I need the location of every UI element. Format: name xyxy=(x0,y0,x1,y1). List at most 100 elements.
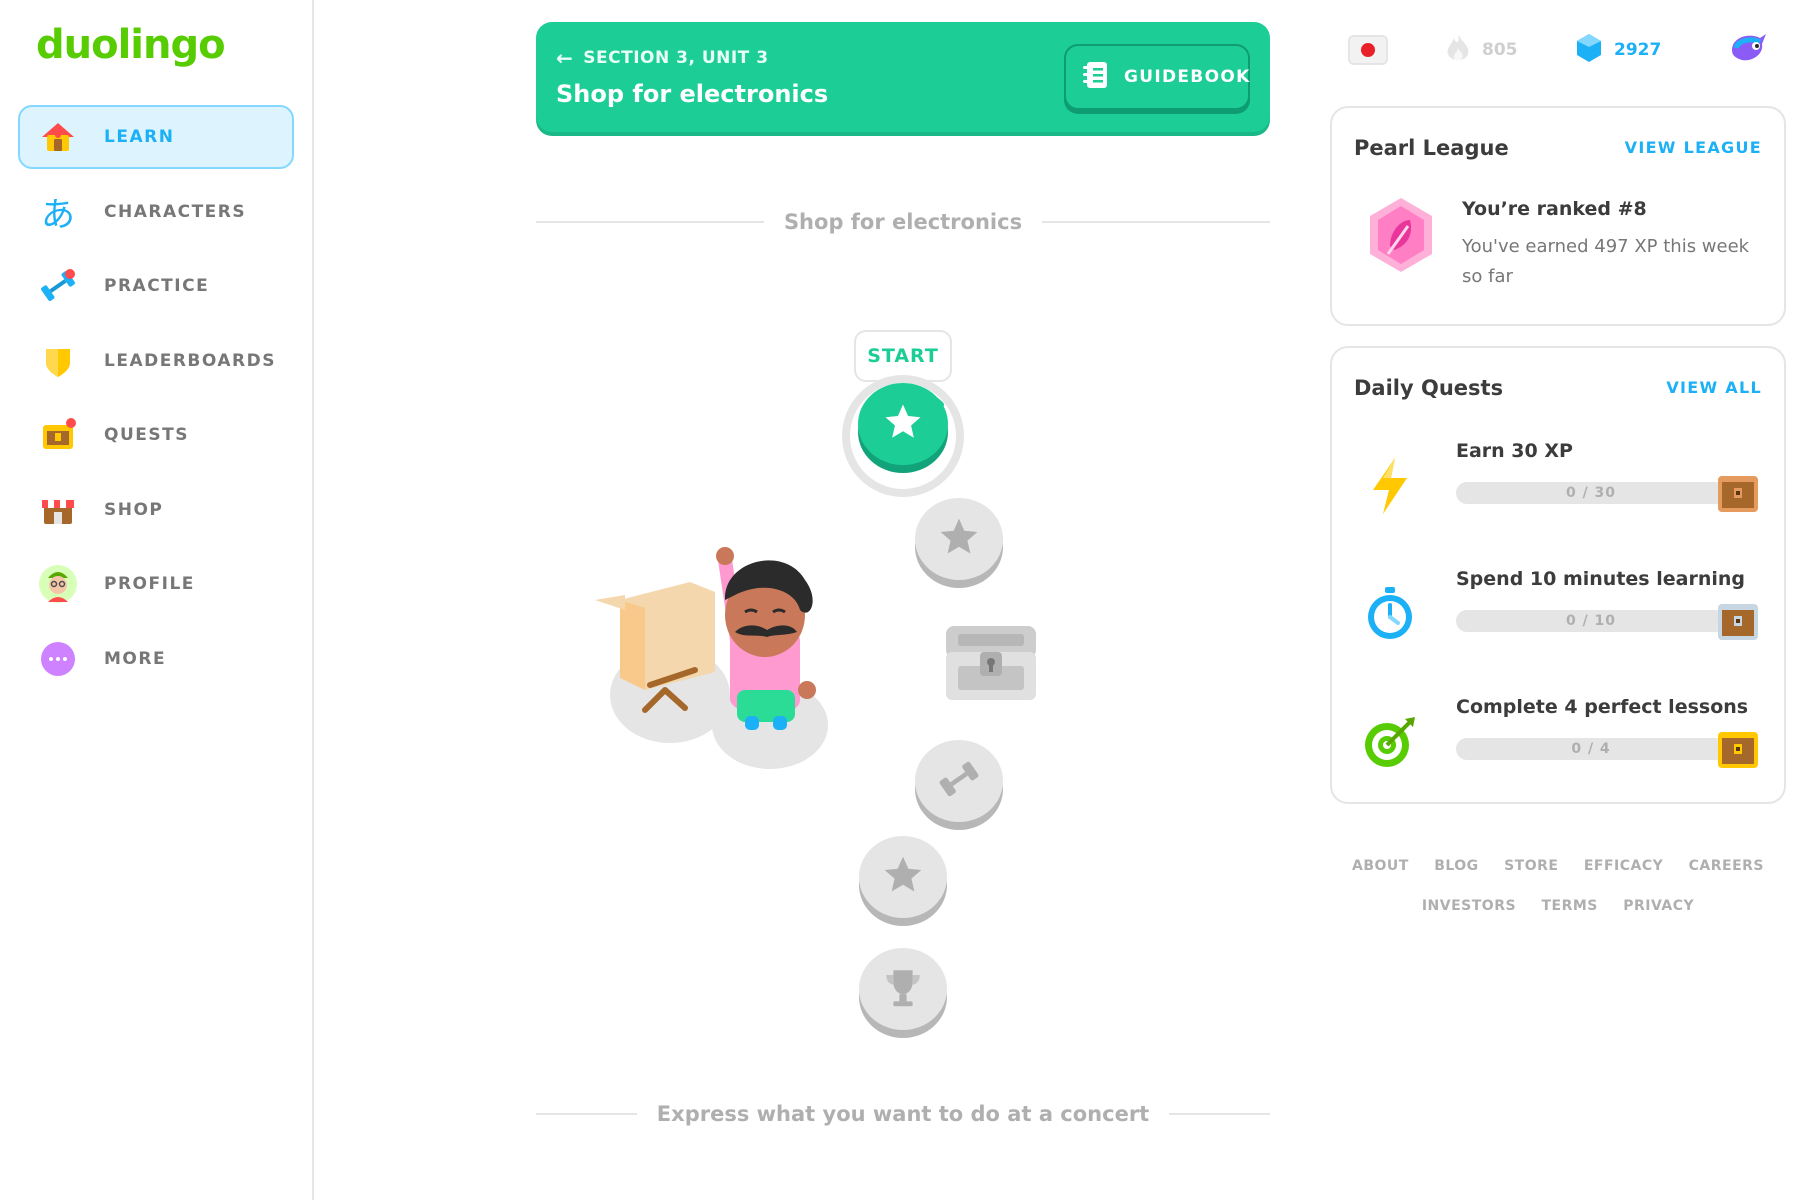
league-card: Pearl League VIEW LEAGUE You’re ranked #… xyxy=(1330,106,1786,326)
sidebar-item-quests[interactable]: QUESTS xyxy=(18,403,294,467)
sidebar-item-profile[interactable]: PROFILE xyxy=(18,552,294,616)
target-icon xyxy=(1360,712,1420,772)
sidebar-nav: LEARN あ CHARACTERS PRACTICE LEADERBOARDS… xyxy=(18,105,294,701)
shield-icon xyxy=(38,341,78,381)
sidebar-item-practice[interactable]: PRACTICE xyxy=(18,254,294,318)
sidebar-item-label: CHARACTERS xyxy=(104,201,247,222)
sidebar-item-learn[interactable]: LEARN xyxy=(18,105,294,169)
footer-link-store[interactable]: STORE xyxy=(1504,846,1558,886)
more-dots-icon xyxy=(38,639,78,679)
section-divider-bottom: Express what you want to do at a concert xyxy=(536,1102,1271,1126)
streak-count: 805 xyxy=(1482,40,1518,60)
gems-counter[interactable]: 2927 xyxy=(1576,28,1661,72)
footer-links: ABOUT BLOG STORE EFFICACY CAREERS INVEST… xyxy=(1330,846,1786,926)
sidebar-item-label: LEARN xyxy=(104,127,175,147)
sidebar-item-more[interactable]: MORE xyxy=(18,627,294,691)
footer-link-terms[interactable]: TERMS xyxy=(1541,886,1597,926)
star-icon xyxy=(881,853,925,901)
divider-line xyxy=(1042,221,1271,223)
view-league-link[interactable]: VIEW LEAGUE xyxy=(1625,138,1762,157)
divider-line xyxy=(1169,1113,1271,1115)
star-icon xyxy=(937,515,981,563)
quest-item: Complete 4 perfect lessons 0 / 4 xyxy=(1332,696,1784,796)
footer-link-investors[interactable]: INVESTORS xyxy=(1422,886,1516,926)
shop-icon xyxy=(38,490,78,530)
unit-title: Shop for electronics xyxy=(556,80,829,108)
star-icon xyxy=(882,401,924,447)
section-label: SECTION 3, UNIT 3 xyxy=(583,48,769,68)
home-icon xyxy=(38,117,78,157)
sidebar-item-label: PROFILE xyxy=(104,574,195,594)
sidebar-item-leaderboards[interactable]: LEADERBOARDS xyxy=(18,329,294,393)
japanese-flag-icon xyxy=(1348,35,1388,65)
stopwatch-icon xyxy=(1360,584,1420,644)
quest-name: Spend 10 minutes learning xyxy=(1456,568,1745,590)
unit-trophy-node-locked[interactable] xyxy=(859,948,947,1030)
section-divider-top: Shop for electronics xyxy=(536,210,1271,234)
footer-link-careers[interactable]: CAREERS xyxy=(1689,846,1764,886)
league-xp-line2: so far xyxy=(1462,266,1513,287)
super-duo-button[interactable] xyxy=(1728,28,1768,72)
lesson-node-start[interactable] xyxy=(858,383,948,465)
dumbbell-icon xyxy=(936,756,982,806)
divider-line xyxy=(536,1113,637,1115)
footer-link-efficacy[interactable]: EFFICACY xyxy=(1584,846,1663,886)
guidebook-button[interactable]: GUIDEBOOK xyxy=(1064,44,1250,110)
treasure-chest-icon xyxy=(38,415,78,455)
quest-progress-bar: 0 / 30 xyxy=(1456,482,1726,504)
league-title: Pearl League xyxy=(1354,136,1509,160)
duolingo-logo[interactable]: duolingo xyxy=(36,22,226,68)
daily-quests-title: Daily Quests xyxy=(1354,376,1504,400)
practice-node-locked[interactable] xyxy=(915,740,1003,822)
quest-item: Earn 30 XP 0 / 30 xyxy=(1332,440,1784,540)
footer-link-blog[interactable]: BLOG xyxy=(1434,846,1479,886)
streak-counter[interactable]: 805 xyxy=(1444,28,1518,72)
quest-name: Complete 4 perfect lessons xyxy=(1456,696,1749,718)
footer-link-about[interactable]: ABOUT xyxy=(1352,846,1409,886)
daily-quests-card: Daily Quests VIEW ALL Earn 30 XP 0 / 30 … xyxy=(1330,346,1786,804)
lesson-node-locked[interactable] xyxy=(859,836,947,918)
divider-text: Shop for electronics xyxy=(783,210,1023,234)
pearl-league-badge-icon xyxy=(1366,196,1436,274)
sidebar: duolingo LEARN あ CHARACTERS PRACTICE LEA… xyxy=(0,0,314,1200)
section-back-link[interactable]: ← SECTION 3, UNIT 3 xyxy=(556,46,769,70)
flame-icon xyxy=(1444,32,1472,69)
gem-icon xyxy=(1576,33,1602,68)
hiragana-a-icon: あ xyxy=(41,195,75,235)
quest-name: Earn 30 XP xyxy=(1456,440,1573,462)
bronze-chest-icon xyxy=(1716,474,1760,514)
gold-chest-icon xyxy=(1716,730,1760,770)
footer-row: INVESTORS TERMS PRIVACY xyxy=(1330,886,1786,926)
top-stats-bar: 805 2927 xyxy=(1348,28,1788,72)
quest-item: Spend 10 minutes learning 0 / 10 xyxy=(1332,568,1784,668)
character-illustration xyxy=(585,540,845,770)
treasure-chest-node[interactable] xyxy=(942,622,1040,706)
gems-count: 2927 xyxy=(1614,40,1662,60)
league-xp-line1: You've earned 497 XP this week xyxy=(1462,236,1750,257)
super-duo-icon xyxy=(1728,30,1768,71)
sidebar-item-label: QUESTS xyxy=(104,425,189,445)
trophy-icon xyxy=(879,963,927,1015)
sidebar-item-characters[interactable]: あ CHARACTERS xyxy=(18,180,294,244)
view-all-quests-link[interactable]: VIEW ALL xyxy=(1666,378,1762,397)
guidebook-label: GUIDEBOOK xyxy=(1124,67,1251,87)
language-selector[interactable] xyxy=(1348,28,1388,72)
notebook-icon xyxy=(1080,59,1112,95)
divider-text: Express what you want to do at a concert xyxy=(656,1102,1150,1126)
lightning-icon xyxy=(1360,456,1420,516)
dumbbell-icon xyxy=(38,266,78,306)
footer-row: ABOUT BLOG STORE EFFICACY CAREERS xyxy=(1330,846,1786,886)
avatar-icon xyxy=(38,564,78,604)
quest-progress-bar: 0 / 4 xyxy=(1456,738,1726,760)
footer-link-privacy[interactable]: PRIVACY xyxy=(1623,886,1694,926)
sidebar-item-shop[interactable]: SHOP xyxy=(18,478,294,542)
lesson-node-locked[interactable] xyxy=(915,498,1003,580)
sidebar-item-label: MORE xyxy=(104,648,167,669)
sidebar-item-label: PRACTICE xyxy=(104,276,210,296)
arrow-left-icon: ← xyxy=(556,46,574,70)
sidebar-item-label: SHOP xyxy=(104,499,164,520)
divider-line xyxy=(536,221,764,223)
quest-progress-bar: 0 / 10 xyxy=(1456,610,1726,632)
sidebar-item-label: LEADERBOARDS xyxy=(104,350,276,371)
silver-chest-icon xyxy=(1716,602,1760,642)
